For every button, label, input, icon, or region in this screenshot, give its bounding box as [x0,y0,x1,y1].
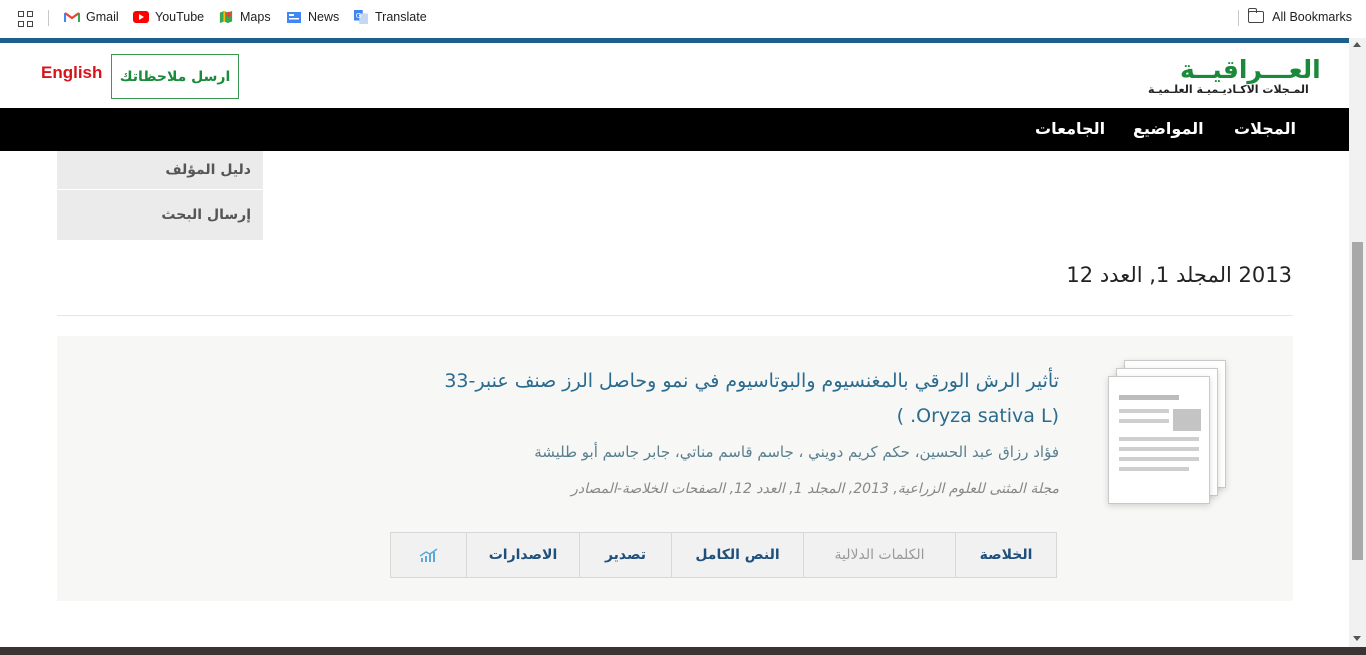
folder-icon [1247,8,1265,23]
nav-journals[interactable]: المجلات [1234,119,1296,138]
document-icon [1094,356,1244,516]
nav-universities[interactable]: الجامعات [1035,119,1105,138]
bookmark-translate[interactable]: G Translate [353,10,427,24]
english-language-link[interactable]: English [41,63,102,83]
article-authors[interactable]: فؤاد رزاق عبد الحسين، حكم كريم دويني ، ج… [407,443,1059,461]
site-logo-title[interactable]: العـــراقيــة [1180,55,1321,84]
all-bookmarks-label: All Bookmarks [1272,10,1352,24]
bookmarks-bar: Gmail YouTube Maps News G Translate All … [0,0,1366,38]
tab-export[interactable]: تصدير [579,533,671,577]
svg-text:G: G [356,12,361,20]
tab-versions[interactable]: الاصدارات [466,533,579,577]
bookmarks-separator [1238,10,1239,26]
article-title-link[interactable]: تأثير الرش الورقي بالمغنسيوم والبوتاسيوم… [407,364,1059,434]
bookmark-youtube[interactable]: YouTube [133,10,204,24]
scrollbar-thumb[interactable] [1352,242,1363,560]
apps-grid-icon[interactable] [18,11,34,27]
article-card: تأثير الرش الورقي بالمغنسيوم والبوتاسيوم… [57,336,1293,601]
sidebar-menu: دليل المؤلف إرسال البحث [57,151,263,241]
translate-icon: G [354,10,368,24]
news-icon [287,12,301,23]
page-scrollbar[interactable] [1349,38,1366,647]
bookmark-gmail[interactable]: Gmail [64,10,119,24]
tab-keywords[interactable]: الكلمات الدلالية [803,533,955,577]
site-header: العـــراقيــة المـجلات الاكـاديـميـة الع… [0,43,1349,108]
article-tabs: الخلاصة الكلمات الدلالية النص الكامل تصد… [390,532,1057,578]
os-taskbar [0,647,1366,655]
issue-title: 2013 المجلد 1, العدد 12 [1066,263,1292,287]
scroll-down-arrow-icon[interactable] [1353,636,1361,641]
gmail-icon [64,12,80,22]
bookmark-label: YouTube [155,10,205,24]
youtube-icon [133,11,149,23]
bookmark-label: Gmail [86,10,119,24]
nav-subjects[interactable]: المواضيع [1133,119,1204,138]
sidebar-item-submit-paper[interactable]: إرسال البحث [57,190,263,241]
send-feedback-button[interactable]: ارسل ملاحظاتك [111,54,239,99]
bookmark-news[interactable]: News [286,10,339,24]
bookmark-maps[interactable]: Maps [218,10,271,24]
bookmark-label: News [308,10,340,24]
tab-statistics[interactable] [391,533,466,577]
scroll-up-arrow-icon[interactable] [1353,42,1361,47]
site-logo-subtitle: المـجلات الاكـاديـميـة العلـميـة [1148,83,1309,96]
tab-full-text[interactable]: النص الكامل [671,533,803,577]
article-citation: مجلة المثنى للعلوم الزراعية, 2013, المجل… [571,481,1059,497]
bookmark-label: Maps [240,10,271,24]
maps-icon [219,10,233,24]
main-navbar: المجلات المواضيع الجامعات [0,108,1349,151]
bookmark-label: Translate [375,10,427,24]
bookmarks-separator [48,10,49,26]
stats-chart-icon [419,548,437,562]
all-bookmarks-button[interactable]: All Bookmarks [1247,8,1352,24]
sidebar-item-author-guide[interactable]: دليل المؤلف [57,151,263,190]
divider [57,315,1293,316]
tab-abstract[interactable]: الخلاصة [955,533,1056,577]
